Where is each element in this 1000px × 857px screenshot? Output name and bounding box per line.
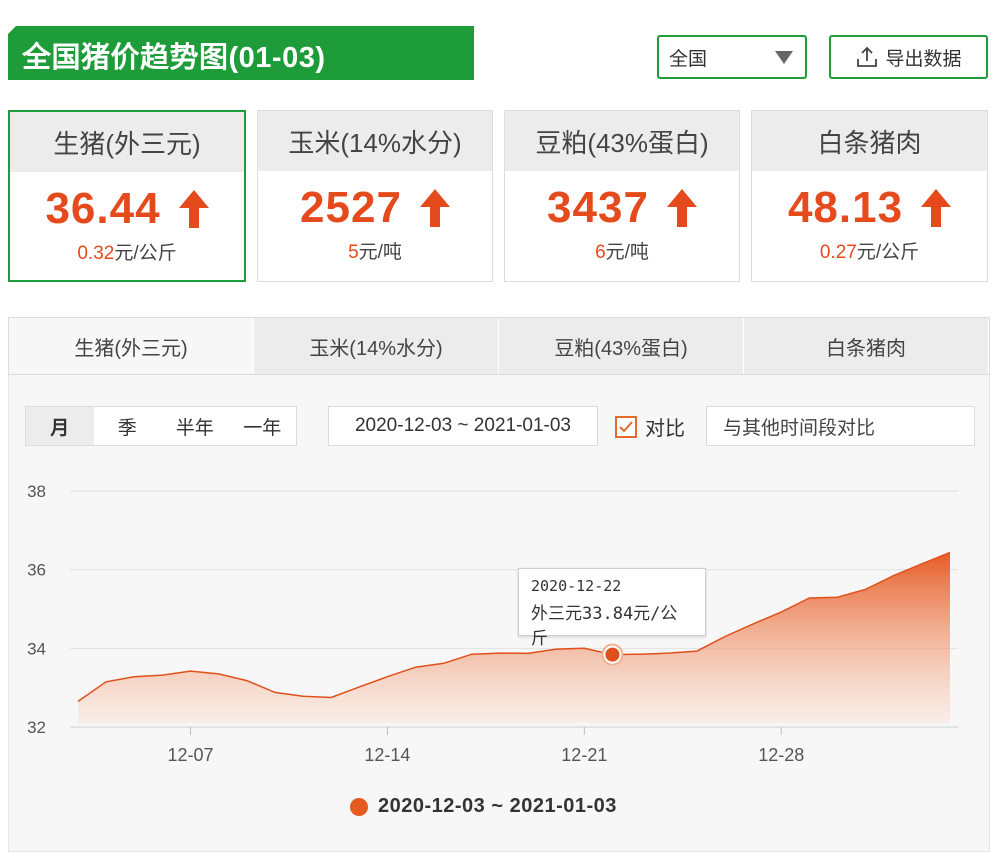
tab-pork[interactable]: 白条猪肉 — [744, 318, 989, 374]
data-point[interactable] — [385, 675, 389, 679]
series-area — [78, 552, 950, 723]
export-button[interactable]: 导出数据 — [829, 35, 988, 79]
region-select[interactable]: 全国 — [657, 35, 807, 79]
data-point[interactable] — [104, 680, 108, 684]
data-point[interactable] — [470, 652, 474, 656]
card-change-unit: 元/公斤 — [856, 242, 920, 263]
card-value: 3437 — [547, 183, 649, 232]
data-point[interactable] — [189, 669, 193, 673]
card-change-value: 0.32 — [77, 243, 115, 264]
y-tick-label: 34 — [27, 639, 46, 658]
data-point[interactable] — [76, 699, 80, 703]
tab-soymeal[interactable]: 豆粕(43%蛋白) — [499, 318, 744, 374]
card-change: 0.27元/公斤 — [752, 237, 987, 264]
data-point[interactable] — [667, 651, 671, 655]
x-tick-label: 12-14 — [364, 745, 410, 765]
data-point[interactable] — [329, 696, 333, 700]
date-range-picker[interactable]: 2020-12-03 ~ 2021-01-03 — [328, 406, 598, 446]
highlight-point[interactable] — [605, 647, 620, 662]
data-point[interactable] — [357, 685, 361, 689]
arrow-up-icon — [178, 190, 209, 228]
tab-hog[interactable]: 生猪(外三元) — [9, 318, 254, 374]
title-bar: 全国猪价趋势图(01-03) — [8, 26, 474, 80]
compare-period-input[interactable]: 与其他时间段对比 — [706, 406, 975, 446]
data-point[interactable] — [132, 675, 136, 679]
x-tick-label: 12-07 — [167, 745, 213, 765]
data-point[interactable] — [835, 595, 839, 599]
compare-checkbox[interactable] — [615, 415, 637, 438]
legend-marker — [350, 797, 368, 816]
data-point[interactable] — [414, 665, 418, 669]
period-quarter-button[interactable]: 季 — [94, 407, 162, 445]
data-point[interactable] — [864, 587, 868, 591]
price-card-hog[interactable]: 生猪(外三元) 36.44 0.32元/公斤 — [8, 110, 246, 282]
price-trend-chart: 32 34 36 38 12-07 12-14 12-21 12-28 — [27, 482, 958, 765]
export-button-label: 导出数据 — [885, 48, 962, 70]
data-point[interactable] — [751, 622, 755, 626]
card-change: 5元/吨 — [258, 237, 492, 264]
region-select-value: 全国 — [669, 48, 708, 70]
tab-corn[interactable]: 玉米(14%水分) — [254, 318, 499, 374]
data-point[interactable] — [723, 635, 727, 639]
x-tick-label: 12-21 — [561, 745, 607, 765]
data-point[interactable] — [301, 694, 305, 698]
period-month-button[interactable]: 月 — [26, 407, 94, 445]
data-point[interactable] — [892, 574, 896, 578]
upload-icon — [857, 46, 878, 67]
price-card-soymeal[interactable]: 豆粕(43%蛋白) 3437 6元/吨 — [504, 110, 740, 282]
data-point[interactable] — [442, 661, 446, 665]
legend-label: 2020-12-03 ~ 2021-01-03 — [378, 795, 617, 817]
compare-label: 对比 — [645, 418, 685, 440]
period-selector: 月 季 半年 一年 — [25, 406, 297, 446]
data-point[interactable] — [273, 690, 277, 694]
arrow-up-icon — [921, 189, 952, 227]
card-change-unit: 元/吨 — [358, 242, 402, 263]
data-point[interactable] — [920, 562, 924, 566]
card-change-value: 0.27 — [819, 242, 857, 263]
card-change: 6元/吨 — [505, 237, 739, 264]
period-year-button[interactable]: 一年 — [229, 407, 297, 445]
card-value: 36.44 — [45, 184, 161, 233]
page-title: 全国猪价趋势图(01-03) — [22, 42, 326, 74]
y-tick-label: 36 — [27, 561, 46, 580]
card-change: 0.32元/公斤 — [10, 238, 244, 265]
arrow-up-icon — [419, 189, 450, 227]
card-change-value: 6 — [595, 242, 606, 263]
data-point[interactable] — [217, 672, 221, 676]
compare-toggle[interactable]: 对比 — [615, 412, 685, 441]
period-halfyear-button[interactable]: 半年 — [161, 407, 229, 445]
price-card-corn[interactable]: 玉米(14%水分) 2527 5元/吨 — [257, 110, 493, 282]
card-title: 玉米(14%水分) — [258, 111, 492, 171]
data-point[interactable] — [639, 652, 643, 656]
card-title: 白条猪肉 — [752, 111, 987, 171]
check-icon — [619, 420, 633, 432]
data-point[interactable] — [779, 610, 783, 614]
chart-legend[interactable]: 2020-12-03 ~ 2021-01-03 — [350, 795, 617, 818]
y-tick-label: 38 — [27, 482, 46, 501]
data-point[interactable] — [695, 649, 699, 653]
card-value: 48.13 — [787, 183, 904, 232]
card-change-unit: 元/吨 — [605, 242, 649, 263]
data-point[interactable] — [160, 673, 164, 677]
card-change-unit: 元/公斤 — [114, 243, 177, 264]
tab-bar: 生猪(外三元) 玉米(14%水分) 豆粕(43%蛋白) 白条猪肉 — [8, 317, 990, 375]
data-point[interactable] — [245, 679, 249, 683]
card-value: 2527 — [300, 183, 402, 232]
chart-tooltip: 2020-12-22 外三元33.84元/公斤 — [518, 568, 706, 649]
data-point[interactable] — [498, 651, 502, 655]
card-change-value: 5 — [348, 242, 359, 263]
chevron-down-icon — [775, 50, 793, 64]
x-tick-label: 12-28 — [758, 745, 804, 765]
price-card-pork[interactable]: 白条猪肉 48.13 0.27元/公斤 — [751, 110, 988, 282]
tooltip-date: 2020-12-22 — [531, 577, 622, 595]
data-point[interactable] — [948, 550, 952, 554]
tooltip-value: 外三元33.84元/公斤 — [531, 604, 678, 649]
card-title: 生猪(外三元) — [10, 112, 244, 172]
y-tick-label: 32 — [27, 718, 46, 737]
data-point[interactable] — [807, 596, 811, 600]
card-title: 豆粕(43%蛋白) — [505, 111, 739, 171]
arrow-up-icon — [666, 189, 697, 227]
data-point[interactable] — [526, 651, 530, 655]
